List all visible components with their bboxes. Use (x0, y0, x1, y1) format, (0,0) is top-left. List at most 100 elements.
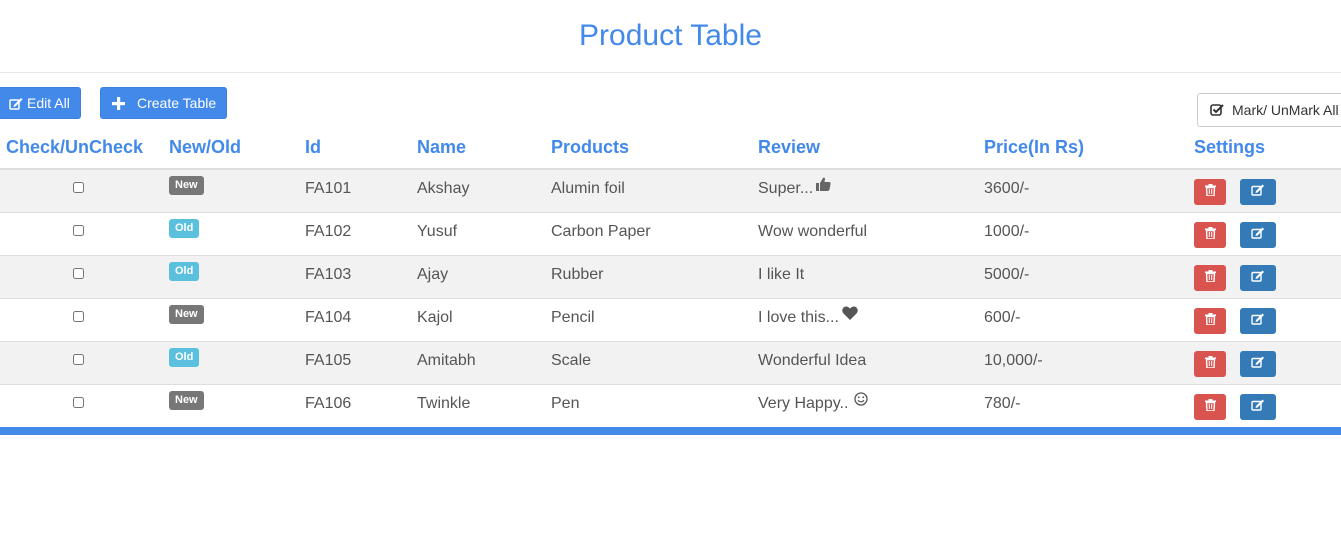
review-text: I like It (758, 266, 805, 283)
page-title: Product Table (579, 19, 762, 52)
row-checkbox[interactable] (73, 225, 84, 236)
review-text: I love this... (758, 309, 839, 327)
cell-review: Wonderful Idea (758, 342, 866, 384)
cell-name: Kajol (417, 309, 453, 326)
edit-button[interactable] (1240, 179, 1276, 205)
cell-id: FA105 (305, 352, 352, 369)
cell-product: Pencil (551, 309, 595, 326)
edit-icon (1251, 183, 1265, 201)
edit-icon (1251, 312, 1265, 330)
edit-button[interactable] (1240, 222, 1276, 248)
create-table-button[interactable]: Create Table (100, 87, 227, 119)
edit-button[interactable] (1240, 308, 1276, 334)
table-row: Old FA102 Yusuf Carbon Paper Wow wonderf… (0, 213, 1341, 256)
edit-icon (1251, 269, 1265, 287)
trash-icon (1204, 312, 1216, 330)
table-row: New FA104 Kajol Pencil I love this... 60… (0, 299, 1341, 342)
status-badge: Old (169, 262, 200, 281)
delete-button[interactable] (1194, 394, 1226, 420)
cell-review: Very Happy.. (758, 383, 869, 427)
cell-price: 600/- (984, 309, 1021, 326)
cell-id: FA103 (305, 266, 352, 283)
review-text: Super... (758, 180, 814, 198)
table-bottom-bar (0, 427, 1341, 435)
table-row: New FA106 Twinkle Pen Very Happy.. 780/- (0, 385, 1341, 428)
cell-name: Ajay (417, 266, 449, 283)
header-price: Price(In Rs) (984, 137, 1085, 157)
edit-button[interactable] (1240, 265, 1276, 291)
delete-button[interactable] (1194, 308, 1226, 334)
cell-price: 10,000/- (984, 352, 1043, 369)
cell-product: Pen (551, 395, 580, 412)
cell-id: FA106 (305, 395, 352, 412)
header-name: Name (417, 137, 467, 157)
table-row: New FA101 Akshay Alumin foil Super... 36… (0, 170, 1341, 213)
review-text: Wonderful Idea (758, 352, 867, 369)
edit-button[interactable] (1240, 394, 1276, 420)
check-square-icon (1210, 103, 1224, 117)
trash-icon (1204, 355, 1216, 373)
row-checkbox[interactable] (73, 354, 84, 365)
trash-icon (1204, 398, 1216, 416)
cell-review: I love this... (758, 299, 858, 341)
status-badge: New (169, 305, 204, 324)
delete-button[interactable] (1194, 351, 1226, 377)
thumbs-up-icon (816, 168, 831, 206)
trash-icon (1204, 269, 1216, 287)
cell-review: Super... (758, 170, 831, 212)
edit-all-label: Edit All (27, 95, 70, 111)
status-badge: New (169, 176, 204, 195)
edit-icon (1251, 226, 1265, 244)
status-badge: New (169, 391, 204, 410)
delete-button[interactable] (1194, 222, 1226, 248)
cell-name: Twinkle (417, 395, 471, 412)
smile-icon (854, 383, 869, 421)
heart-icon (842, 297, 858, 335)
mark-unmark-label: Mark/ UnMark All (1232, 102, 1339, 118)
review-text: Very Happy.. (758, 395, 849, 413)
cell-product: Rubber (551, 266, 604, 283)
row-checkbox[interactable] (73, 397, 84, 408)
edit-icon (1251, 398, 1265, 416)
header-new-old: New/Old (169, 137, 242, 157)
cell-name: Yusuf (417, 223, 458, 240)
table-row: Old FA103 Ajay Rubber I like It 5000/- (0, 256, 1341, 299)
cell-price: 1000/- (984, 223, 1030, 240)
header-review: Review (758, 137, 821, 157)
row-checkbox[interactable] (73, 182, 84, 193)
edit-icon (9, 97, 23, 110)
header-products: Products (551, 137, 630, 157)
cell-review: I like It (758, 256, 804, 298)
cell-product: Alumin foil (551, 180, 625, 197)
cell-id: FA102 (305, 223, 352, 240)
edit-all-button[interactable]: Edit All (0, 87, 81, 119)
edit-icon (1251, 355, 1265, 373)
header-settings: Settings (1194, 137, 1266, 157)
cell-price: 780/- (984, 395, 1021, 412)
cell-id: FA104 (305, 309, 352, 326)
cell-review: Wow wonderful (758, 213, 867, 255)
table-row: Old FA105 Amitabh Scale Wonderful Idea 1… (0, 342, 1341, 385)
status-badge: Old (169, 348, 200, 367)
cell-price: 5000/- (984, 266, 1030, 283)
plus-icon (112, 96, 125, 110)
create-table-label: Create Table (137, 95, 217, 111)
cell-product: Carbon Paper (551, 223, 651, 240)
status-badge: Old (169, 219, 200, 238)
mark-unmark-all-button[interactable]: Mark/ UnMark All (1197, 93, 1341, 127)
cell-id: FA101 (305, 180, 352, 197)
trash-icon (1204, 183, 1216, 201)
delete-button[interactable] (1194, 265, 1226, 291)
cell-product: Scale (551, 352, 592, 369)
row-checkbox[interactable] (73, 311, 84, 322)
header-id: Id (305, 137, 321, 157)
cell-price: 3600/- (984, 180, 1030, 197)
cell-name: Akshay (417, 180, 470, 197)
trash-icon (1204, 226, 1216, 244)
row-checkbox[interactable] (73, 268, 84, 279)
delete-button[interactable] (1194, 179, 1226, 205)
header-check-uncheck: Check/UnCheck (6, 137, 144, 157)
edit-button[interactable] (1240, 351, 1276, 377)
title-divider (0, 72, 1341, 73)
cell-name: Amitabh (417, 352, 476, 369)
